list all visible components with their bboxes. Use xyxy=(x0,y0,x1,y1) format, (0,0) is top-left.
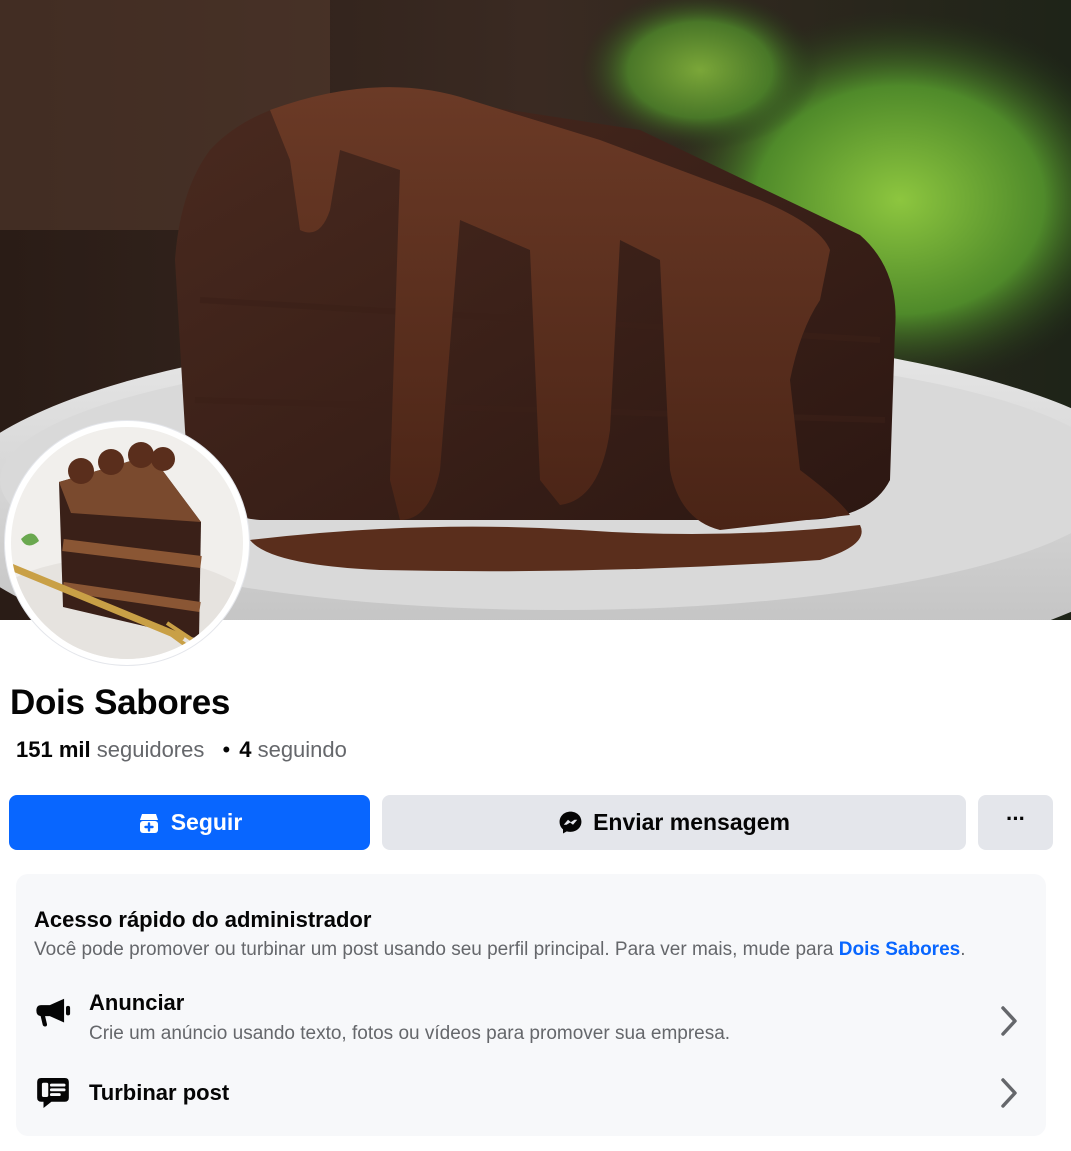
chevron-right-icon xyxy=(998,1076,1020,1115)
description-end: . xyxy=(960,939,966,960)
boost-post-icon xyxy=(34,1074,72,1117)
admin-quick-access-panel: Acesso rápido do administrador Você pode… xyxy=(16,874,1046,1136)
megaphone-icon xyxy=(34,994,72,1037)
following-label: seguindo xyxy=(257,737,347,762)
follow-page-icon xyxy=(137,811,161,835)
following-count: 4 xyxy=(239,737,252,762)
chevron-right-icon xyxy=(998,1004,1020,1043)
follow-stats: 151 mil seguidores • 4 seguindo xyxy=(16,737,347,763)
more-options-button[interactable]: ··· xyxy=(978,795,1053,850)
page-title: Dois Sabores xyxy=(10,683,231,722)
boost-post-title: Turbinar post xyxy=(89,1080,230,1105)
boost-post-row[interactable]: Turbinar post xyxy=(16,1064,1046,1126)
advertise-subtitle: Crie um anúncio usando texto, fotos ou v… xyxy=(89,1023,731,1044)
follow-button[interactable]: Seguir xyxy=(9,795,370,850)
follow-label: Seguir xyxy=(170,809,243,835)
followers-count: 151 mil xyxy=(16,737,91,762)
send-message-label: Enviar mensagem xyxy=(593,809,790,835)
send-message-button[interactable]: Enviar mensagem xyxy=(382,795,966,850)
followers-label: seguidores xyxy=(96,737,205,762)
switch-profile-link[interactable]: Dois Sabores xyxy=(839,939,960,960)
profile-avatar[interactable] xyxy=(5,421,249,665)
more-icon: ··· xyxy=(1006,805,1026,831)
stats-separator: • xyxy=(222,737,231,762)
admin-panel-description: Você pode promover ou turbinar um post u… xyxy=(34,939,965,961)
admin-panel-title: Acesso rápido do administrador xyxy=(34,907,372,932)
admin-panel-description-text: Você pode promover ou turbinar um post u… xyxy=(34,939,839,960)
messenger-icon xyxy=(558,810,583,835)
advertise-title: Anunciar xyxy=(89,990,185,1015)
advertise-row[interactable]: Anunciar Crie um anúncio usando texto, f… xyxy=(16,982,1046,1060)
